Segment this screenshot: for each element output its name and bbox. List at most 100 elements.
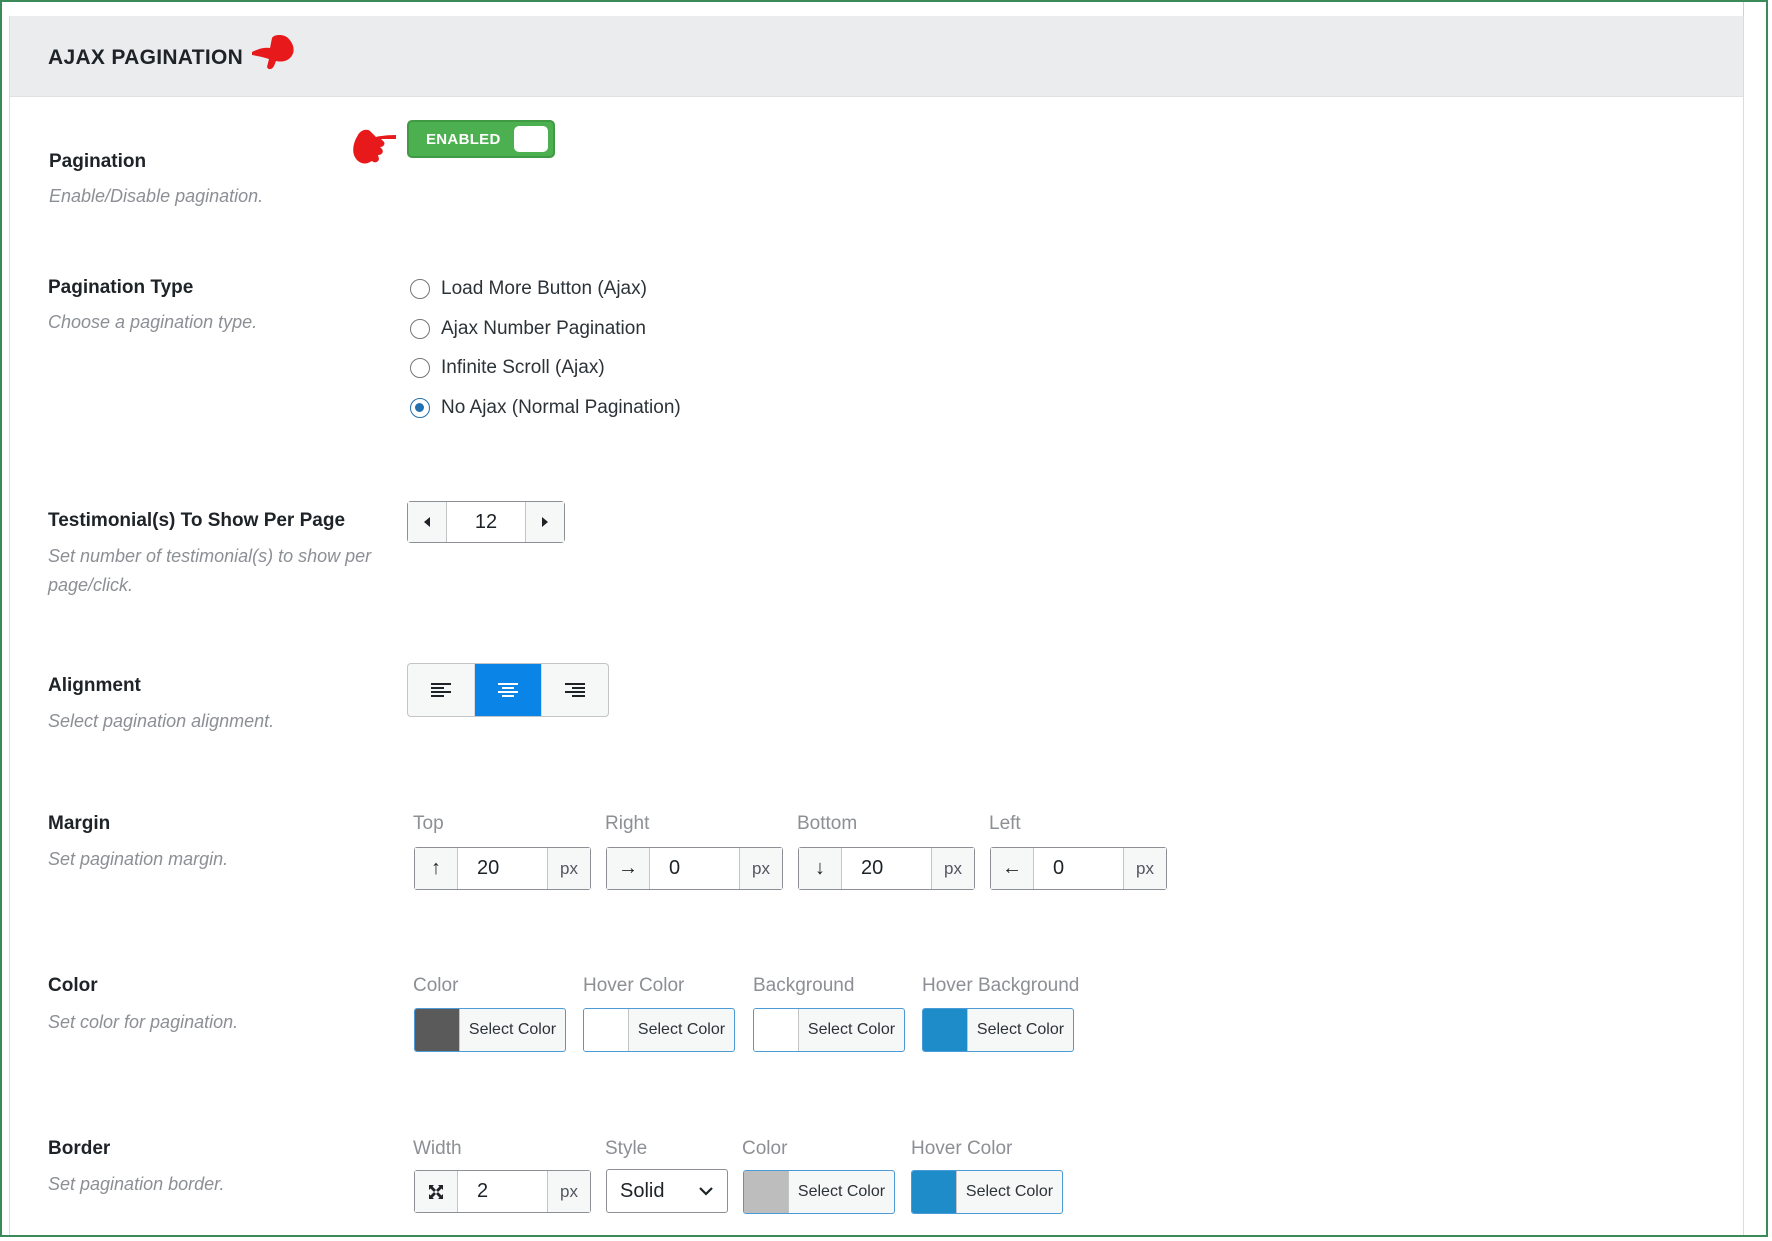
caret-right-icon bbox=[542, 517, 548, 527]
select-color-label: Select Color bbox=[965, 1183, 1054, 1200]
arrow-left-icon: ← bbox=[991, 848, 1034, 889]
border-desc: Set pagination border. bbox=[48, 1174, 225, 1194]
radio-label: No Ajax (Normal Pagination) bbox=[441, 397, 681, 418]
radio-infinite-scroll[interactable]: Infinite Scroll (Ajax) bbox=[410, 357, 605, 379]
margin-bottom-label: Bottom bbox=[797, 813, 858, 834]
align-center-button[interactable] bbox=[475, 664, 542, 716]
margin-left-value[interactable]: 0 bbox=[1034, 848, 1123, 889]
border-style-value: Solid bbox=[620, 1179, 665, 1202]
radio-label: Infinite Scroll (Ajax) bbox=[441, 357, 605, 378]
margin-label: Margin bbox=[48, 813, 111, 834]
align-right-icon bbox=[565, 683, 585, 697]
hover-color-picker-button[interactable]: Select Color bbox=[583, 1008, 735, 1052]
alignment-desc: Select pagination alignment. bbox=[48, 711, 275, 731]
background-field-label: Background bbox=[753, 975, 855, 996]
unit-label: px bbox=[931, 848, 974, 889]
border-color-picker-button[interactable]: Select Color bbox=[743, 1170, 895, 1214]
margin-left-label: Left bbox=[989, 813, 1021, 834]
margin-right-input[interactable]: → 0 px bbox=[606, 847, 783, 890]
color-desc: Set color for pagination. bbox=[48, 1012, 239, 1032]
pointing-hand-icon bbox=[353, 129, 396, 164]
per-page-value[interactable]: 12 bbox=[447, 502, 525, 542]
radio-circle-checked[interactable] bbox=[410, 398, 430, 418]
radio-label: Load More Button (Ajax) bbox=[441, 278, 647, 299]
toggle-label: ENABLED bbox=[426, 131, 501, 148]
scrollbar[interactable] bbox=[1743, 2, 1766, 1235]
align-left-button[interactable] bbox=[408, 664, 475, 716]
margin-right-value[interactable]: 0 bbox=[650, 848, 739, 889]
alignment-button-group bbox=[407, 663, 609, 717]
arrow-up-icon: ↑ bbox=[415, 848, 458, 889]
margin-top-label: Top bbox=[413, 813, 444, 834]
select-color-label: Select Color bbox=[468, 1021, 557, 1038]
color-label: Color bbox=[48, 975, 98, 996]
color-swatch bbox=[923, 1009, 968, 1051]
unit-label: px bbox=[1123, 848, 1166, 889]
pagination-label: Pagination bbox=[49, 151, 147, 172]
border-hover-color-label: Hover Color bbox=[911, 1138, 1013, 1159]
toggle-knob bbox=[514, 126, 548, 152]
hover-background-field-label: Hover Background bbox=[922, 975, 1080, 996]
border-label: Border bbox=[48, 1138, 111, 1159]
radio-circle[interactable] bbox=[410, 319, 430, 339]
ajax-pagination-panel: AJAX PAGINATION Pagination Enable/Disabl… bbox=[9, 16, 1744, 1235]
select-color-label: Select Color bbox=[797, 1183, 886, 1200]
border-hover-color-picker-button[interactable]: Select Color bbox=[911, 1170, 1063, 1214]
settings-window: AJAX PAGINATION Pagination Enable/Disabl… bbox=[0, 0, 1768, 1237]
color-swatch bbox=[754, 1009, 799, 1051]
select-color-label: Select Color bbox=[637, 1021, 726, 1038]
expand-icon bbox=[415, 1171, 458, 1212]
arrow-down-icon: ↓ bbox=[799, 848, 842, 889]
color-field-label: Color bbox=[413, 975, 459, 996]
hover-background-picker-button[interactable]: Select Color bbox=[922, 1008, 1074, 1052]
radio-load-more[interactable]: Load More Button (Ajax) bbox=[410, 278, 647, 300]
unit-label: px bbox=[547, 1171, 590, 1212]
pointing-hand-icon bbox=[252, 35, 294, 70]
border-width-input[interactable]: 2 px bbox=[414, 1170, 591, 1213]
unit-label: px bbox=[739, 848, 782, 889]
margin-bottom-value[interactable]: 20 bbox=[842, 848, 931, 889]
color-picker-button[interactable]: Select Color bbox=[414, 1008, 566, 1052]
radio-no-ajax[interactable]: No Ajax (Normal Pagination) bbox=[410, 397, 681, 419]
caret-left-icon bbox=[424, 517, 430, 527]
margin-top-input[interactable]: ↑ 20 px bbox=[414, 847, 591, 890]
color-swatch bbox=[415, 1009, 460, 1051]
color-swatch bbox=[584, 1009, 629, 1051]
pagination-type-label: Pagination Type bbox=[48, 277, 194, 298]
margin-bottom-input[interactable]: ↓ 20 px bbox=[798, 847, 975, 890]
border-style-select[interactable]: Solid bbox=[606, 1169, 728, 1213]
align-center-icon bbox=[498, 683, 518, 697]
radio-circle[interactable] bbox=[410, 279, 430, 299]
per-page-desc: Set number of testimonial(s) to show per… bbox=[48, 546, 372, 595]
align-left-icon bbox=[431, 683, 451, 697]
color-swatch bbox=[744, 1171, 789, 1213]
hover-color-field-label: Hover Color bbox=[583, 975, 685, 996]
section-header: AJAX PAGINATION bbox=[10, 16, 1743, 97]
chevron-down-icon bbox=[699, 1187, 713, 1196]
select-color-label: Select Color bbox=[807, 1021, 896, 1038]
pagination-type-desc: Choose a pagination type. bbox=[48, 312, 258, 332]
margin-top-value[interactable]: 20 bbox=[458, 848, 547, 889]
per-page-label: Testimonial(s) To Show Per Page bbox=[48, 510, 346, 531]
margin-left-input[interactable]: ← 0 px bbox=[990, 847, 1167, 890]
unit-label: px bbox=[547, 848, 590, 889]
radio-label: Ajax Number Pagination bbox=[441, 318, 646, 339]
per-page-stepper[interactable]: 12 bbox=[407, 501, 565, 543]
pagination-toggle[interactable]: ENABLED bbox=[407, 120, 555, 158]
margin-desc: Set pagination margin. bbox=[48, 849, 229, 869]
border-width-value[interactable]: 2 bbox=[458, 1171, 547, 1212]
select-color-label: Select Color bbox=[976, 1021, 1065, 1038]
arrow-right-icon: → bbox=[607, 848, 650, 889]
radio-circle[interactable] bbox=[410, 358, 430, 378]
border-width-label: Width bbox=[413, 1138, 462, 1159]
border-color-label: Color bbox=[742, 1138, 788, 1159]
increment-button[interactable] bbox=[525, 502, 564, 542]
decrement-button[interactable] bbox=[408, 502, 447, 542]
radio-ajax-number[interactable]: Ajax Number Pagination bbox=[410, 318, 646, 340]
pagination-desc: Enable/Disable pagination. bbox=[49, 186, 264, 206]
align-right-button[interactable] bbox=[542, 664, 608, 716]
background-picker-button[interactable]: Select Color bbox=[753, 1008, 905, 1052]
color-swatch bbox=[912, 1171, 957, 1213]
alignment-label: Alignment bbox=[48, 675, 141, 696]
section-title: AJAX PAGINATION bbox=[48, 46, 244, 69]
